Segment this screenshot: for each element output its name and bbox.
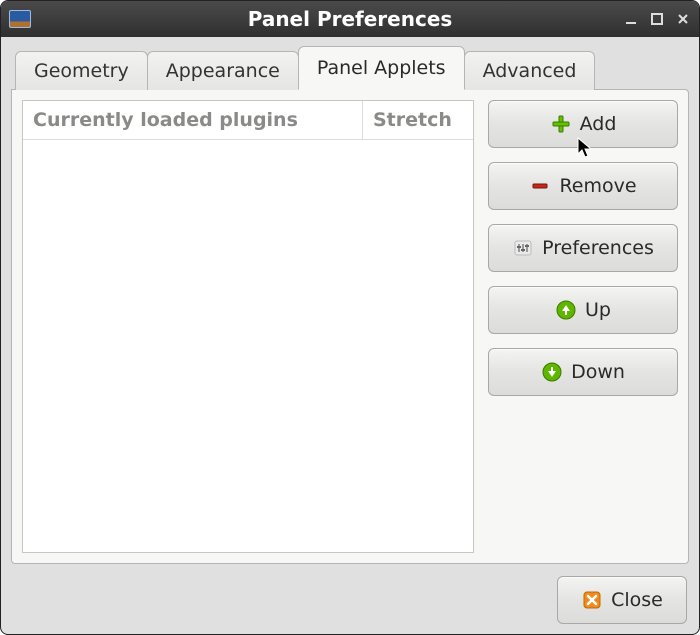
panel-preferences-window: Panel Preferences Geometry Appearance	[0, 0, 700, 635]
button-label: Preferences	[542, 237, 654, 259]
plugins-header-row: Currently loaded plugins Stretch	[23, 101, 473, 140]
tab-notebook: Geometry Appearance Panel Applets Advanc…	[11, 45, 689, 564]
tab-advanced[interactable]: Advanced	[464, 51, 596, 90]
settings-icon	[512, 237, 534, 259]
down-icon	[541, 361, 563, 383]
button-label: Remove	[559, 175, 636, 197]
close-x-icon	[581, 589, 603, 611]
maximize-button[interactable]	[649, 11, 665, 27]
plugins-body-empty[interactable]	[23, 140, 473, 552]
add-button[interactable]: Add	[488, 100, 678, 148]
tab-label: Panel Applets	[317, 57, 446, 79]
plugins-pane: Currently loaded plugins Stretch	[22, 100, 474, 553]
tab-bar: Geometry Appearance Panel Applets Advanc…	[11, 45, 689, 89]
tab-geometry[interactable]: Geometry	[15, 51, 148, 90]
applet-actions-column: Add Remove	[488, 100, 678, 553]
tab-label: Geometry	[34, 60, 129, 82]
preferences-button[interactable]: Preferences	[488, 224, 678, 272]
minimize-button[interactable]	[623, 11, 639, 27]
window-title: Panel Preferences	[1, 7, 699, 31]
column-header-stretch[interactable]: Stretch	[363, 101, 473, 139]
down-button[interactable]: Down	[488, 348, 678, 396]
minus-icon	[529, 175, 551, 197]
tab-label: Appearance	[166, 60, 280, 82]
tab-appearance[interactable]: Appearance	[147, 51, 299, 90]
plus-icon	[550, 113, 572, 135]
button-label: Up	[585, 299, 611, 321]
button-label: Add	[580, 113, 617, 135]
app-monitor-icon	[9, 10, 31, 28]
up-icon	[555, 299, 577, 321]
window-controls	[623, 11, 691, 27]
window-body: Geometry Appearance Panel Applets Advanc…	[1, 37, 699, 634]
tab-label: Advanced	[483, 60, 577, 82]
close-button[interactable]: Close	[557, 576, 687, 624]
tab-page-panel-applets: Currently loaded plugins Stretch	[11, 89, 689, 564]
column-header-plugins[interactable]: Currently loaded plugins	[23, 101, 363, 139]
remove-button[interactable]: Remove	[488, 162, 678, 210]
tab-panel-applets[interactable]: Panel Applets	[298, 46, 465, 90]
titlebar[interactable]: Panel Preferences	[1, 1, 699, 37]
plugins-table[interactable]: Currently loaded plugins Stretch	[22, 100, 474, 553]
up-button[interactable]: Up	[488, 286, 678, 334]
close-window-button[interactable]	[675, 11, 691, 27]
button-label: Close	[611, 589, 663, 611]
dialog-footer: Close	[11, 572, 689, 624]
button-label: Down	[571, 361, 625, 383]
